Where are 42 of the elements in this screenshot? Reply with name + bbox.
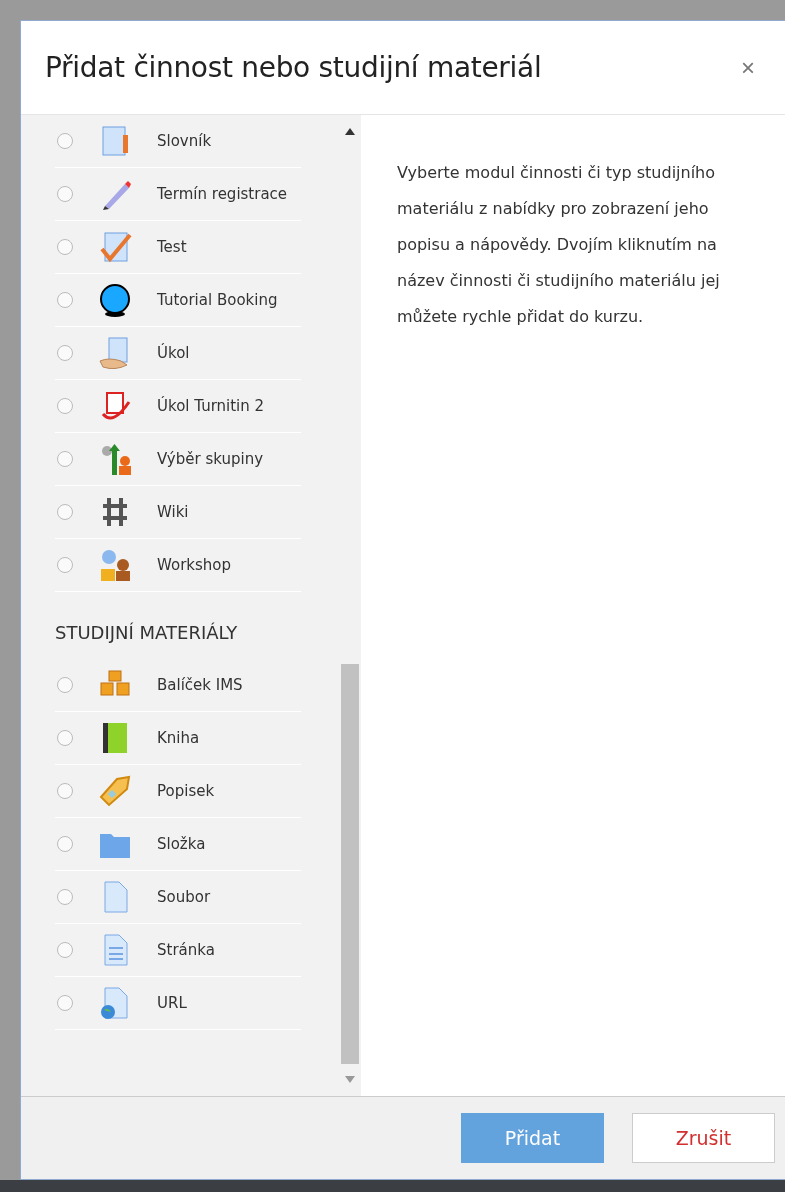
module-label[interactable]: Tutorial Booking [157,291,278,309]
tag-icon [97,773,133,809]
radio-button[interactable] [57,345,73,361]
section-heading: STUDIJNÍ MATERIÁLY [55,621,239,645]
radio-button[interactable] [57,504,73,520]
scrollbar-thumb[interactable] [341,664,359,1064]
radio-button[interactable] [57,186,73,202]
module-label[interactable]: Slovník [157,132,212,150]
radio-button[interactable] [57,942,73,958]
close-button[interactable]: × [735,53,761,82]
radio-button[interactable] [57,292,73,308]
module-label[interactable]: Stránka [157,941,215,959]
radio-button[interactable] [57,836,73,852]
radio-button[interactable] [57,889,73,905]
module-label[interactable]: Úkol [157,344,190,362]
module-label[interactable]: Workshop [157,556,231,574]
module-label[interactable]: Výběr skupiny [157,450,264,468]
radio-button[interactable] [57,557,73,573]
sphere-icon [97,282,133,318]
cancel-button[interactable]: Zrušit [632,1113,775,1163]
radio-button[interactable] [57,677,73,693]
module-label[interactable]: URL [157,994,187,1012]
module-label[interactable]: Test [157,238,187,256]
module-label[interactable]: Wiki [157,503,189,521]
radio-button[interactable] [57,995,73,1011]
module-label[interactable]: Kniha [157,729,200,747]
radio-button[interactable] [57,730,73,746]
module-label[interactable]: Popisek [157,782,215,800]
module-label[interactable]: Soubor [157,888,211,906]
radio-button[interactable] [57,239,73,255]
module-label[interactable]: Termín registrace [157,185,288,203]
module-label[interactable]: Složka [157,835,206,853]
module-label[interactable]: Balíček IMS [157,676,243,694]
radio-button[interactable] [57,451,73,467]
module-label[interactable]: Úkol Turnitin 2 [157,397,265,415]
help-text: Vyberte modul činnosti či typ studijního materiálu z nabídky pro zobrazení jeho popisu a nápovědy. Dvojím kliknutím na název činnosti či studijního materiálu jej můžete rychle přidat do kurzu. [396,162,721,328]
dialog-title: Přidat činnost nebo studijní materiál [45,51,542,84]
scroll-down-icon[interactable] [345,1076,355,1084]
radio-button[interactable] [57,398,73,414]
radio-button[interactable] [57,133,73,149]
scroll-up-icon[interactable] [345,127,355,135]
radio-button[interactable] [57,783,73,799]
